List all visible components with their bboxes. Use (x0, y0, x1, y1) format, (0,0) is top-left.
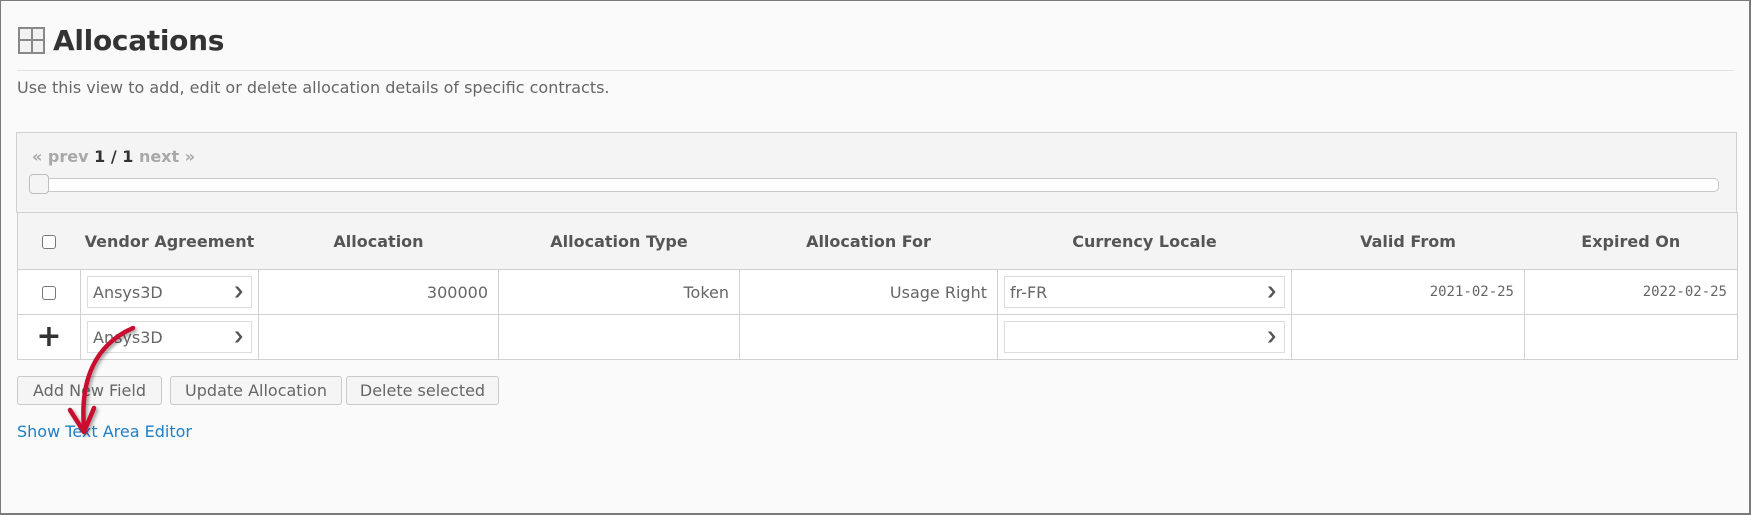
column-header-currency-locale[interactable]: Currency Locale (997, 212, 1292, 270)
select-all-cell (17, 212, 81, 270)
page-title: Allocations (53, 23, 225, 57)
page-indicator: 1 / 1 (94, 147, 134, 166)
column-header-allocation-for[interactable]: Allocation For (739, 212, 998, 270)
allocations-table: Vendor Agreement Allocation Allocation T… (17, 212, 1738, 360)
plus-icon[interactable]: + (36, 319, 61, 354)
select-all-checkbox[interactable] (42, 235, 57, 249)
chevron-down-icon: ❯ (232, 285, 245, 298)
add-row-cell: + (17, 314, 81, 360)
currency-locale-cell: fr-FR ❯ (997, 269, 1292, 315)
column-header-vendor-agreement[interactable]: Vendor Agreement (80, 212, 259, 270)
new-valid-from-cell[interactable] (1291, 314, 1525, 360)
column-header-expired-on[interactable]: Expired On (1524, 212, 1738, 270)
chevron-down-icon: ❯ (232, 330, 245, 343)
table-row: Ansys3D ❯ 300000 Token Usage Right fr-FR… (17, 269, 1738, 315)
allocation-for-cell[interactable]: Usage Right (739, 269, 998, 315)
currency-locale-value: fr-FR (1010, 282, 1048, 302)
chevron-down-icon: ❯ (1265, 330, 1278, 343)
allocation-cell[interactable]: 300000 (258, 269, 499, 315)
vendor-agreement-select[interactable]: Ansys3D ❯ (87, 276, 252, 308)
column-header-allocation[interactable]: Allocation (258, 212, 499, 270)
header-divider (17, 70, 1734, 71)
new-currency-locale-cell: ❯ (997, 314, 1292, 360)
valid-from-cell[interactable]: 2021-02-25 (1291, 269, 1525, 315)
show-text-area-editor-link[interactable]: Show Text Area Editor (17, 422, 192, 441)
new-vendor-agreement-cell: Ansys3D ❯ (80, 314, 259, 360)
new-expired-on-cell[interactable] (1524, 314, 1738, 360)
grid-view-icon (18, 26, 45, 54)
column-header-valid-from[interactable]: Valid From (1291, 212, 1525, 270)
table-header-row: Vendor Agreement Allocation Allocation T… (17, 212, 1738, 270)
row-checkbox[interactable] (42, 286, 56, 300)
row-select-cell (17, 269, 81, 315)
column-header-allocation-type[interactable]: Allocation Type (498, 212, 740, 270)
new-vendor-agreement-value: Ansys3D (93, 327, 163, 347)
next-page-link[interactable]: next » (139, 147, 195, 166)
allocation-type-cell[interactable]: Token (498, 269, 740, 315)
prev-page-link[interactable]: « prev (32, 147, 89, 166)
pagination-bar: « prev 1 / 1 next » (16, 132, 1737, 213)
chevron-down-icon: ❯ (1265, 285, 1278, 298)
add-new-field-button[interactable]: Add New Field (17, 376, 162, 405)
page-slider-handle[interactable] (29, 174, 49, 194)
new-row: + Ansys3D ❯ ❯ (17, 314, 1738, 360)
new-vendor-agreement-select[interactable]: Ansys3D ❯ (87, 321, 252, 353)
page-header: Allocations (18, 20, 224, 60)
page-slider-track[interactable] (29, 178, 1719, 192)
pager: « prev 1 / 1 next » (32, 147, 195, 166)
new-allocation-cell[interactable] (258, 314, 499, 360)
new-currency-locale-select[interactable]: ❯ (1004, 321, 1285, 353)
new-allocation-type-cell[interactable] (498, 314, 740, 360)
currency-locale-select[interactable]: fr-FR ❯ (1004, 276, 1285, 308)
new-allocation-for-cell[interactable] (739, 314, 998, 360)
delete-selected-button[interactable]: Delete selected (346, 376, 499, 405)
update-allocation-button[interactable]: Update Allocation (170, 376, 342, 405)
vendor-agreement-value: Ansys3D (93, 282, 163, 302)
page-description: Use this view to add, edit or delete all… (17, 78, 610, 97)
vendor-agreement-cell: Ansys3D ❯ (80, 269, 259, 315)
expired-on-cell[interactable]: 2022-02-25 (1524, 269, 1738, 315)
